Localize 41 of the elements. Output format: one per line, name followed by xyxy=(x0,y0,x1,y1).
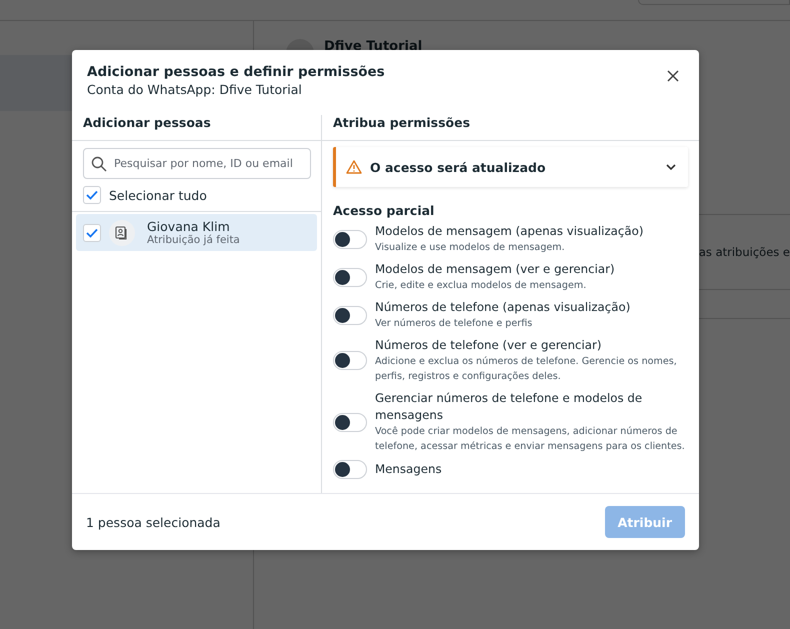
warning-banner[interactable]: O acesso será atualizado xyxy=(333,147,688,187)
toggle-switch[interactable] xyxy=(333,351,367,370)
person-note: Atribuição já feita xyxy=(147,234,240,246)
check-icon xyxy=(86,190,98,200)
permission-description: Visualize e use modelos de mensagem. xyxy=(375,241,566,255)
toggle-switch[interactable] xyxy=(333,460,367,479)
checkbox[interactable] xyxy=(83,186,101,204)
close-icon xyxy=(667,70,679,82)
warning-icon xyxy=(346,160,362,174)
permission-title: Números de telefone (apenas visualização) xyxy=(375,299,630,316)
permission-title: Modelos de mensagem (apenas visualização) xyxy=(375,223,644,240)
search-field[interactable]: Pesquisar por nome, ID ou email xyxy=(83,148,311,179)
warning-text: O acesso será atualizado xyxy=(370,160,547,174)
toggle-switch[interactable] xyxy=(333,412,367,432)
permission-description: Crie, edite e exclua modelos de mensagem. xyxy=(375,279,588,293)
permission-title: Mensagens xyxy=(375,461,442,478)
permission-title: Gerenciar números de telefone e modelos de mensagens xyxy=(375,390,644,424)
row-text: as atribuições e xyxy=(698,245,790,259)
toggle-switch[interactable] xyxy=(333,230,367,248)
permission-title: Números de telefone (ver e gerenciar) xyxy=(375,337,602,354)
section-heading: Acesso parcial xyxy=(333,203,436,218)
dialog-subtitle: Conta do WhatsApp: Dfive Tutorial xyxy=(87,82,303,97)
permission-description: Você pode criar modelos de mensagens, adicionar números de telefone, acessar métricas e enviar mensagens para os clientes. xyxy=(375,425,686,454)
person-row[interactable]: Giovana Klim Atribuição já feita xyxy=(76,214,317,251)
id-card-icon xyxy=(115,226,129,240)
permission-description: Ver números de telefone e perfis xyxy=(375,317,534,331)
column-heading: Atribua permissões xyxy=(322,115,699,141)
select-all-label: Selecionar tudo xyxy=(109,188,207,202)
chevron-icon xyxy=(666,164,676,170)
account-title: Dfive Tutorial xyxy=(324,39,422,54)
toggle-switch[interactable] xyxy=(333,306,367,324)
permission-title: Modelos de mensagem (ver e gerenciar) xyxy=(375,261,615,278)
check-icon xyxy=(86,228,98,238)
toggle-switch[interactable] xyxy=(333,268,367,286)
checkbox[interactable] xyxy=(83,224,101,242)
permission-description: Adicione e exclua os números de telefone. Gerencie os nomes, perfis, registros e configurações deles. xyxy=(375,355,678,384)
search-icon xyxy=(91,156,107,172)
column-heading: Adicionar pessoas xyxy=(72,115,321,141)
selection-count: 1 pessoa selecionada xyxy=(86,514,220,530)
dialog-title: Adicionar pessoas e definir permissões xyxy=(87,64,385,80)
person-name: Giovana Klim xyxy=(147,219,231,234)
